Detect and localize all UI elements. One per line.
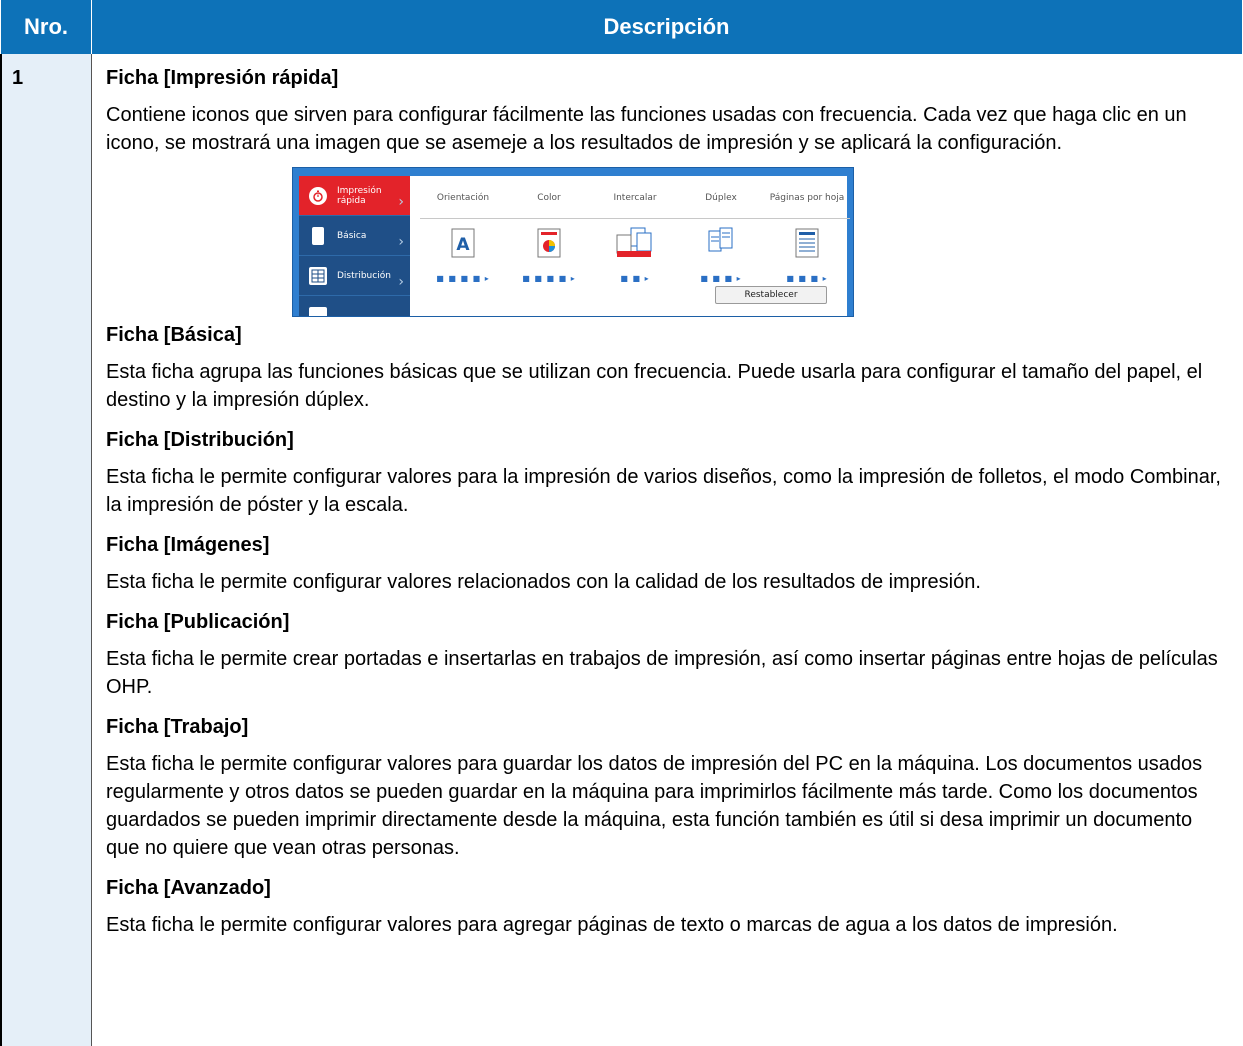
row-description: Ficha [Impresión rápida] Contiene iconos… — [92, 54, 1243, 1046]
screenshot-window: Impresión rápida › Básica › Distribución… — [299, 176, 850, 316]
description-table: Nro. Descripción 1 Ficha [Impresión rápi… — [0, 0, 1243, 1046]
pager-dots: ■ ■ ■ ■ ▸ — [436, 274, 490, 283]
option-color: Color ■ ■ ■ ■ ▸ — [506, 184, 592, 293]
option-label: Dúplex — [705, 193, 737, 203]
layout-icon — [309, 266, 327, 285]
section-title-avanzado: Ficha [Avanzado] — [106, 877, 271, 899]
option-label: Orientación — [436, 193, 490, 203]
section-title-publicacion: Ficha [Publicación] — [106, 611, 290, 633]
chevron-right-icon: › — [398, 194, 404, 210]
header-nro: Nro. — [1, 0, 92, 54]
chevron-right-icon: › — [398, 274, 404, 290]
header-descripcion: Descripción — [91, 0, 1242, 54]
chevron-right-icon: › — [398, 234, 404, 250]
section-title-basica: Ficha [Básica] — [106, 324, 242, 346]
option-paginas-por-hoja: Páginas por hoja ■ ■ ■ ▸ — [764, 184, 850, 293]
section-body-trabajo: Esta ficha le permite configurar valores… — [106, 753, 1203, 859]
collate-icon — [592, 227, 678, 259]
pages-per-sheet-icon — [764, 227, 850, 259]
screenshot-sidebar: Impresión rápida › Básica › Distribución… — [299, 176, 410, 316]
option-orientacion: Orientación A ■ ■ ■ ■ ▸ — [420, 184, 506, 293]
option-duplex: Dúplex ■ ■ ■ ▸ — [678, 184, 764, 293]
table-row: 1 Ficha [Impresión rápida] Contiene icon… — [0, 54, 1243, 1046]
orientation-icon: A — [420, 227, 506, 259]
section-title-trabajo: Ficha [Trabajo] — [106, 716, 249, 738]
image-icon — [309, 306, 327, 316]
sidebar-item-label: Básica — [337, 230, 367, 241]
option-label: Intercalar — [613, 193, 657, 203]
section-body-avanzado: Esta ficha le permite configurar valores… — [106, 914, 1118, 936]
reset-button: Restablecer — [715, 286, 827, 304]
option-label: Páginas por hoja — [769, 193, 845, 203]
sidebar-item-label: Impresión rápida — [337, 185, 382, 206]
section-body-basica: Esta ficha agrupa las funciones básicas … — [106, 361, 1203, 411]
pager-dots: ■ ■ ■ ■ ▸ — [522, 274, 576, 283]
color-icon — [506, 227, 592, 259]
row-number: 1 — [0, 54, 92, 1046]
sidebar-item-distribucion: Distribución › — [299, 256, 410, 296]
svg-text:A: A — [456, 235, 470, 255]
option-intercalar: Intercalar ■ ■ ▸ — [592, 184, 678, 293]
sidebar-item-basica: Básica › — [299, 216, 410, 256]
section-body-impresion-rapida: Contiene iconos que sirven para configur… — [106, 104, 1187, 154]
option-label: Color — [537, 193, 561, 203]
driver-screenshot: Impresión rápida › Básica › Distribución… — [292, 167, 854, 317]
quick-print-options: Orientación A ■ ■ ■ ■ ▸ Color ■ ■ ■ ■ ▸ … — [420, 184, 850, 283]
duplex-icon — [678, 227, 764, 259]
sidebar-item-impresion-rapida: Impresión rápida › — [299, 176, 410, 216]
chevron-right-icon: › — [398, 308, 404, 316]
sidebar-item-images: › — [299, 296, 410, 316]
section-body-distribucion: Esta ficha le permite configurar valores… — [106, 466, 1221, 516]
section-title-distribucion: Ficha [Distribución] — [106, 429, 294, 451]
section-body-publicacion: Esta ficha le permite crear portadas e i… — [106, 648, 1218, 698]
page-icon — [312, 226, 324, 245]
pager-dots: ■ ■ ▸ — [620, 274, 650, 283]
sidebar-item-label: Distribución — [337, 270, 391, 281]
section-title-impresion-rapida: Ficha [Impresión rápida] — [106, 67, 339, 89]
stopwatch-icon — [309, 186, 327, 205]
section-title-imagenes: Ficha [Imágenes] — [106, 534, 270, 556]
section-body-imagenes: Esta ficha le permite configurar valores… — [106, 571, 981, 593]
